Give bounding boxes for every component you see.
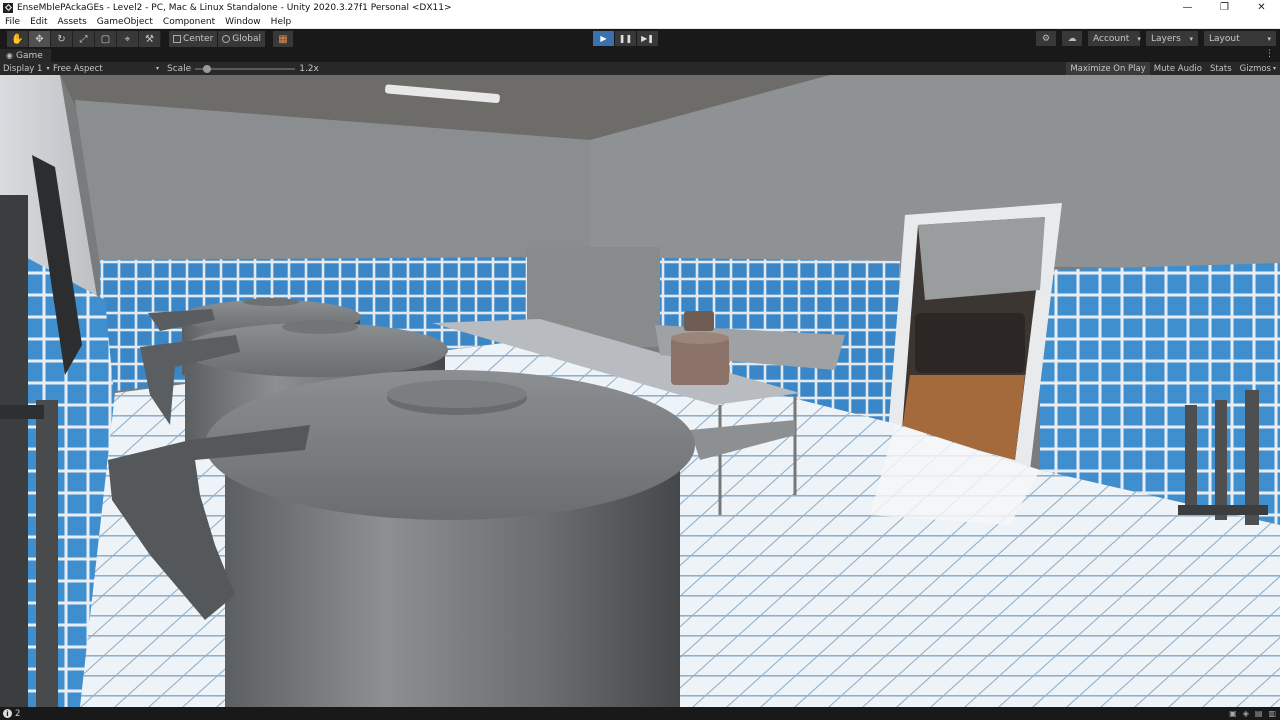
game-controller-icon: ◉: [6, 51, 13, 60]
main-toolbar: ✋ ✥ ↻ ⤢ ▢ ⌖ ⚒ Center Global ▦ ▶ ❚❚ ▶❚ ⚙ …: [0, 29, 1280, 49]
pivot-space-button[interactable]: Global: [218, 31, 266, 47]
scale-control: Scale 1.2x: [167, 64, 319, 74]
maximize-button[interactable]: ❐: [1206, 0, 1243, 15]
game-view-options: Maximize On Play Mute Audio Stats Gizmos…: [1066, 62, 1280, 75]
layout-label: Layout: [1209, 33, 1240, 44]
toolbar-right: ⚙ ☁ Account ▾ Layers ▾ Layout ▾: [1036, 31, 1276, 46]
play-controls: ▶ ❚❚ ▶❚: [593, 31, 658, 46]
status-bar: i 2 ▣ ◈ ▤ ▥: [0, 707, 1280, 720]
close-button[interactable]: ✕: [1243, 0, 1280, 15]
console-count: 2: [15, 708, 21, 719]
chevron-down-icon: ▾: [155, 65, 159, 72]
gizmos-dropdown[interactable]: Gizmos ▾: [1236, 62, 1280, 75]
maximize-on-play-toggle[interactable]: Maximize On Play: [1066, 62, 1150, 75]
menu-assets[interactable]: Assets: [53, 17, 92, 27]
radiator: [1178, 390, 1268, 525]
window-controls: — ❐ ✕: [1169, 0, 1280, 15]
pause-button[interactable]: ❚❚: [615, 31, 636, 46]
menu-edit[interactable]: Edit: [25, 17, 52, 27]
window-title: EnseMblePAckaGEs - Level2 - PC, Mac & Li…: [17, 2, 452, 13]
pivot-mode-button[interactable]: Center: [169, 31, 218, 47]
status-icon-1[interactable]: ▣: [1229, 709, 1237, 718]
status-icon-3[interactable]: ▤: [1255, 709, 1263, 718]
panel-menu-icon[interactable]: ⋮: [1265, 49, 1274, 59]
move-tool-icon[interactable]: ✥: [29, 31, 51, 47]
stats-toggle[interactable]: Stats: [1206, 62, 1236, 75]
scale-slider-handle[interactable]: [203, 64, 212, 73]
chevron-down-icon: ▾: [1189, 34, 1193, 43]
pivot-label: Center: [183, 34, 214, 44]
cloud-icon[interactable]: ☁: [1062, 31, 1082, 46]
chevron-down-icon: ▾: [1267, 34, 1271, 43]
menu-bar: File Edit Assets GameObject Component Wi…: [0, 15, 1280, 29]
layout-dropdown[interactable]: Layout ▾: [1204, 31, 1276, 46]
cooking-pot: [671, 337, 729, 385]
globe-icon: [222, 35, 231, 43]
gizmos-label: Gizmos: [1239, 63, 1271, 74]
status-icon-2[interactable]: ◈: [1243, 709, 1249, 718]
tab-game[interactable]: ◉ Game: [0, 49, 51, 62]
window-titlebar: EnseMblePAckaGEs - Level2 - PC, Mac & Li…: [0, 0, 1280, 15]
custom-tool-icon[interactable]: ⚒: [139, 31, 161, 47]
next-room-sofa: [915, 313, 1025, 373]
kitchen-scene: [0, 75, 1280, 707]
menu-file[interactable]: File: [0, 17, 25, 27]
scale-label: Scale: [167, 63, 192, 74]
aspect-dropdown[interactable]: Free Aspect ▾: [53, 64, 159, 74]
account-label: Account: [1093, 33, 1130, 44]
chevron-down-icon: ▾: [46, 65, 50, 72]
pivot-icon: [173, 35, 181, 43]
status-icon-4[interactable]: ▥: [1268, 709, 1276, 718]
layers-label: Layers: [1151, 33, 1181, 44]
tab-game-label: Game: [15, 50, 43, 61]
layers-dropdown[interactable]: Layers ▾: [1146, 31, 1198, 46]
scale-slider[interactable]: [195, 64, 296, 73]
transform-tools: ✋ ✥ ↻ ⤢ ▢ ⌖ ⚒: [7, 31, 161, 47]
chevron-down-icon: ▾: [1272, 65, 1276, 72]
grid-snap-icon[interactable]: ▦: [273, 31, 294, 47]
display-dropdown[interactable]: Display 1 ▾: [3, 64, 53, 74]
console-badge[interactable]: i 2: [3, 709, 20, 719]
display-label: Display 1: [3, 63, 43, 74]
status-icons: ▣ ◈ ▤ ▥: [1229, 709, 1276, 718]
transform-tool-icon[interactable]: ⌖: [117, 31, 139, 47]
menu-component[interactable]: Component: [158, 17, 220, 27]
rect-tool-icon[interactable]: ▢: [95, 31, 117, 47]
game-view-viewport[interactable]: [0, 75, 1280, 707]
menu-help[interactable]: Help: [266, 17, 297, 27]
rotate-tool-icon[interactable]: ↻: [51, 31, 73, 47]
aspect-label: Free Aspect: [53, 63, 103, 74]
account-dropdown[interactable]: Account ▾: [1088, 31, 1141, 46]
game-view-toolbar: Display 1 ▾ Free Aspect ▾ Scale 1.2x Max…: [0, 62, 1280, 75]
menu-window[interactable]: Window: [220, 17, 266, 27]
next-room-wall: [918, 217, 1045, 300]
space-label: Global: [232, 34, 262, 44]
mute-audio-toggle[interactable]: Mute Audio: [1150, 62, 1206, 75]
panel-tabbar: ◉ Game ⋮: [0, 49, 1280, 62]
info-icon: i: [3, 709, 12, 718]
scale-value: 1.2x: [299, 63, 319, 74]
hand-tool-icon[interactable]: ✋: [7, 31, 29, 47]
step-button[interactable]: ▶❚: [637, 31, 658, 46]
chevron-down-icon: ▾: [1137, 34, 1141, 43]
minimize-button[interactable]: —: [1169, 0, 1206, 15]
scale-tool-icon[interactable]: ⤢: [73, 31, 95, 47]
play-button[interactable]: ▶: [593, 31, 614, 46]
collab-icon[interactable]: ⚙: [1036, 31, 1056, 46]
unity-logo-icon: [3, 2, 13, 13]
menu-gameobject[interactable]: GameObject: [92, 17, 158, 27]
wall-pipe: [0, 195, 28, 707]
